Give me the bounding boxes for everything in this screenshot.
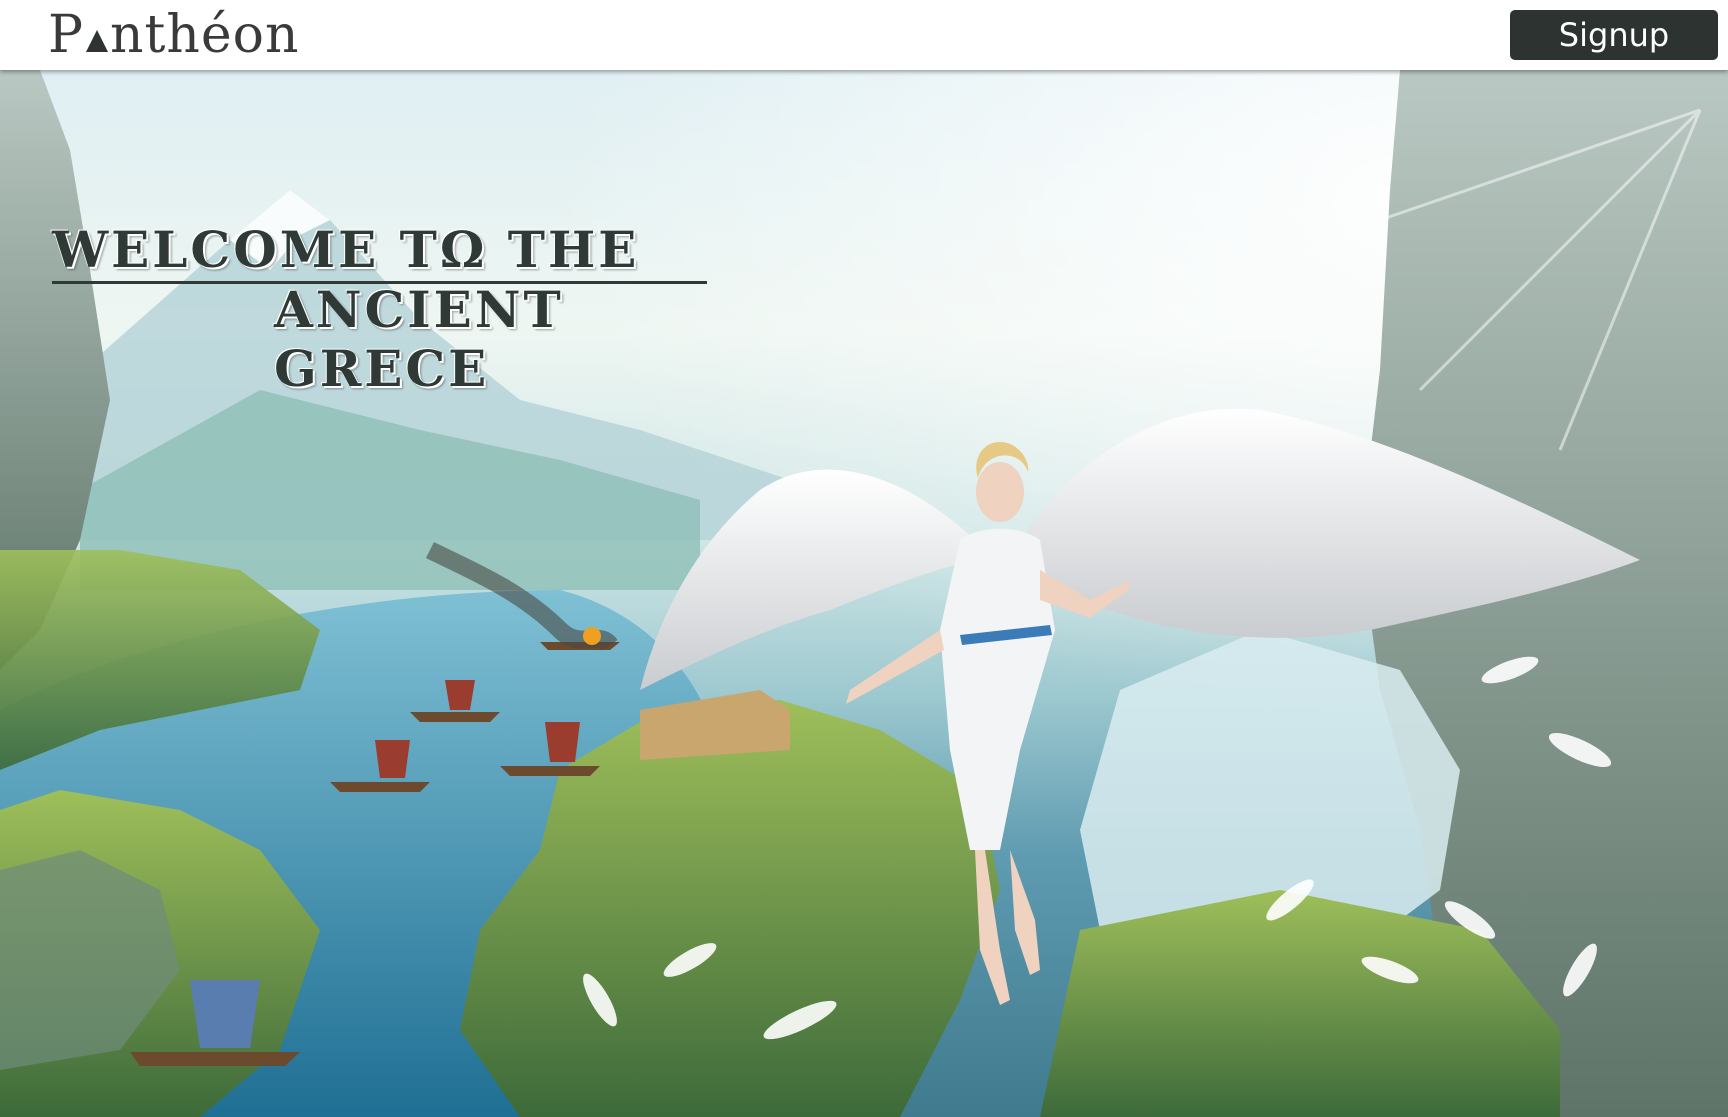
top-navbar: Pnthéon Signup — [0, 0, 1728, 70]
headline-line-1: WELCOME TΩ THE — [52, 220, 707, 284]
triangle-icon — [86, 30, 108, 52]
logo-text-end: nthéon — [110, 5, 300, 65]
brand-logo[interactable]: Pnthéon — [48, 4, 299, 66]
headline-line-2: ANCIENT GRECE — [274, 280, 564, 398]
hero-banner: WELCOME TΩ THE ANCIENT GRECE — [0, 70, 1728, 1117]
logo-text-start: P — [48, 5, 84, 65]
hero-headline: WELCOME TΩ THE ANCIENT GRECE — [52, 220, 752, 398]
signup-button[interactable]: Signup — [1510, 10, 1718, 60]
